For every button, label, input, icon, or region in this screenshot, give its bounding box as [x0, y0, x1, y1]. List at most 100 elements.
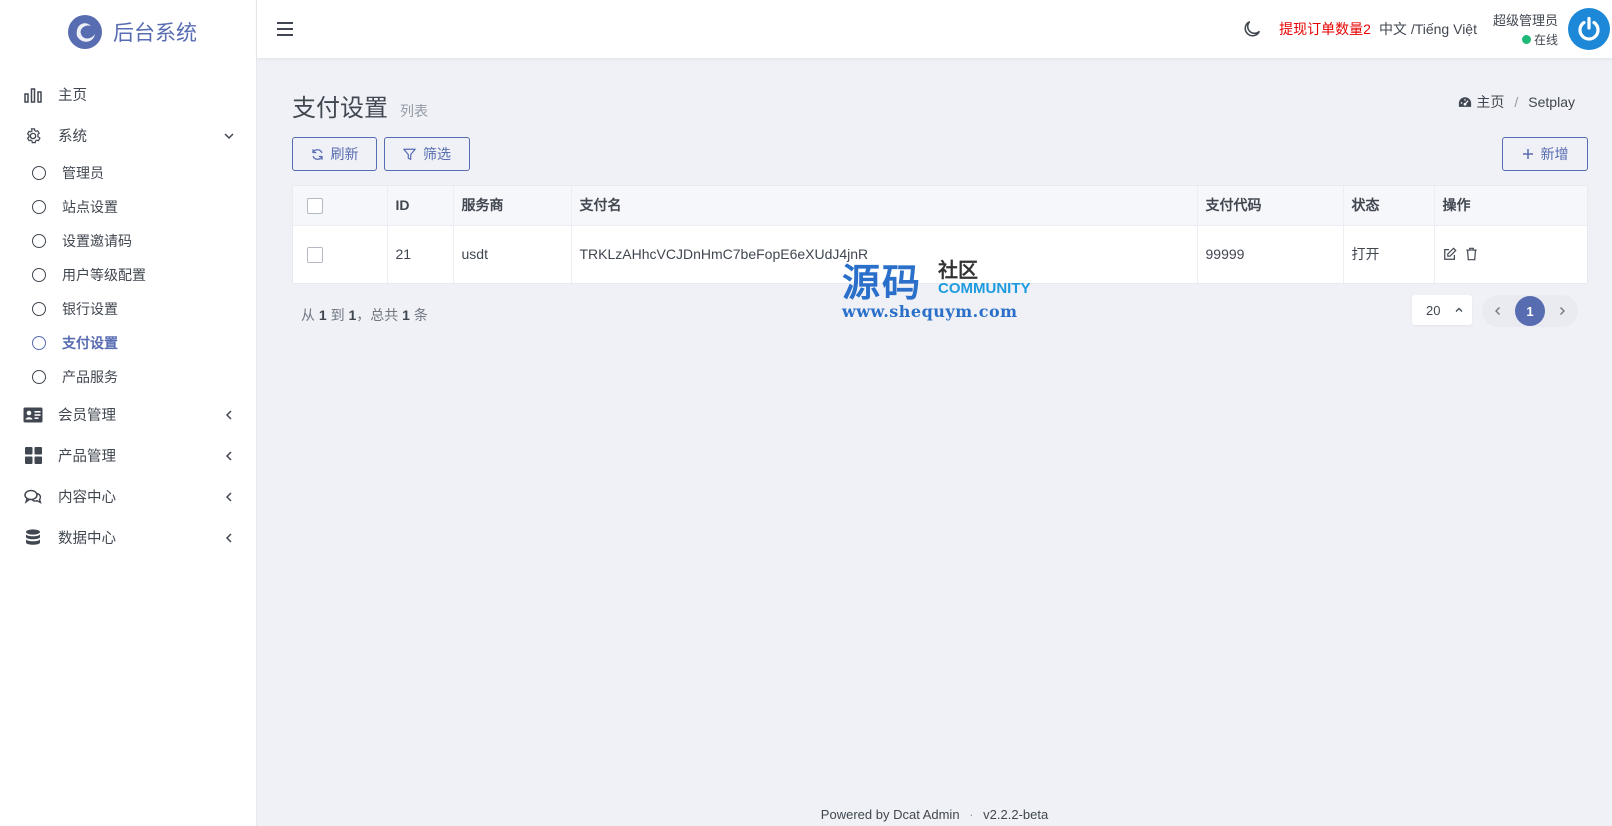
sidebar-subitem-label: 支付设置: [62, 335, 118, 351]
watermark-small-text: 社区: [938, 260, 978, 282]
powered-prefix: Powered by: [820, 807, 890, 822]
page-title: 支付设置: [292, 95, 388, 122]
refresh-icon: [311, 148, 323, 160]
circle-icon: [32, 234, 46, 248]
breadcrumb-home-label: 主页: [1476, 94, 1505, 110]
main-content: 支付设置 列表 主页 / Setplay 刷新 筛选 新增 ID 服务商 支付名…: [257, 58, 1612, 826]
per-page-select[interactable]: 20: [1412, 295, 1472, 325]
prev-page-button[interactable]: [1492, 305, 1504, 317]
pagination-prefix: 从: [301, 307, 315, 323]
select-all-checkbox[interactable]: [307, 197, 323, 214]
powered-link[interactable]: Dcat Admin: [893, 807, 959, 822]
user-info[interactable]: 超级管理员 在线: [1493, 10, 1558, 48]
refresh-button[interactable]: 刷新: [292, 137, 377, 171]
comments-icon: [22, 488, 44, 506]
chevron-right-icon: [1560, 307, 1565, 315]
cell-code: 99999: [1197, 225, 1344, 283]
chevron-down-icon: [222, 129, 236, 143]
withdraw-orders-link[interactable]: 提现订单数量2: [1279, 19, 1371, 39]
user-status: 在线: [1521, 31, 1558, 48]
column-header-actions: 操作: [1434, 186, 1587, 226]
sidebar-item-system[interactable]: 系统: [0, 115, 256, 156]
circle-icon: [32, 268, 46, 282]
brand[interactable]: 后台系统: [0, 0, 256, 64]
select-all-cell: [293, 186, 388, 226]
page-button-current[interactable]: 1: [1515, 296, 1545, 326]
filter-icon: [403, 148, 416, 160]
cell-actions: [1434, 225, 1587, 283]
sidebar-subitem-user-levels[interactable]: 用户等级配置: [0, 258, 256, 292]
sidebar-item-data[interactable]: 数据中心: [0, 517, 256, 558]
sidebar-subitem-admins[interactable]: 管理员: [0, 156, 256, 190]
hamburger-menu-icon[interactable]: [277, 21, 295, 37]
pagination: 1: [1482, 295, 1578, 327]
online-dot-icon: [1521, 35, 1531, 44]
topbar-right: 提现订单数量2 中文 /Tiếng Việt 超级管理员 在线: [1241, 0, 1612, 58]
plus-icon: [1522, 149, 1533, 159]
add-button[interactable]: 新增: [1502, 137, 1588, 171]
chevron-left-icon: [222, 408, 236, 422]
column-header-code: 支付代码: [1197, 186, 1344, 226]
moon-icon[interactable]: [1241, 18, 1263, 40]
sidebar-item-label: 会员管理: [58, 408, 116, 424]
sidebar-subitem-label: 用户等级配置: [62, 267, 146, 283]
filter-button[interactable]: 筛选: [384, 137, 470, 171]
sidebar-subitem-bank-settings[interactable]: 银行设置: [0, 292, 256, 326]
dashboard-icon: [1459, 96, 1472, 107]
gear-icon: [22, 127, 44, 145]
language-switcher[interactable]: 中文 /Tiếng Việt: [1379, 19, 1477, 39]
user-status-label: 在线: [1533, 33, 1558, 47]
pagination-to-word: 到: [330, 307, 345, 323]
sidebar-item-label: 内容中心: [58, 490, 116, 506]
brand-title: 后台系统: [113, 22, 197, 45]
pagination-from: 1: [318, 307, 327, 323]
circle-icon: [32, 200, 46, 214]
sidebar-menu: 主页 系统 管理员 站点设置 设置邀请码 用户等级配置 银行设置 支付设置 产品…: [0, 64, 256, 558]
column-header-name: 支付名: [571, 186, 1198, 226]
user-name: 超级管理员: [1492, 13, 1558, 28]
breadcrumb-home[interactable]: 主页: [1458, 92, 1504, 112]
column-header-provider: 服务商: [453, 186, 572, 226]
pagination-unit: 条: [413, 307, 428, 323]
cell-provider: usdt: [453, 225, 572, 283]
sidebar-item-content[interactable]: 内容中心: [0, 476, 256, 517]
grid-icon: [22, 447, 44, 465]
trash-icon[interactable]: [1465, 247, 1478, 261]
sidebar-subitem-label: 设置邀请码: [62, 233, 132, 249]
pagination-total: 1: [402, 307, 410, 323]
breadcrumb: 主页 / Setplay: [1458, 92, 1575, 112]
circle-icon: [32, 166, 46, 180]
chevron-up-icon: [1455, 307, 1463, 312]
logo-icon: [68, 15, 102, 49]
chevron-left-icon: [222, 531, 236, 545]
sidebar-item-members[interactable]: 会员管理: [0, 394, 256, 435]
version-label: v2.2.2-beta: [983, 807, 1049, 822]
page-subtitle: 列表: [400, 103, 428, 119]
column-header-id[interactable]: ID: [387, 186, 454, 226]
row-checkbox[interactable]: [307, 246, 323, 263]
sidebar-subitem-payment-settings[interactable]: 支付设置: [0, 326, 256, 360]
add-label: 新增: [1540, 146, 1569, 162]
breadcrumb-current: Setplay: [1528, 94, 1575, 110]
chevron-left-icon: [222, 490, 236, 504]
cell-status: 打开: [1343, 225, 1435, 283]
watermark: 源码 社区 COMMUNITY www.shequym.com: [842, 252, 1042, 324]
sidebar-item-label: 产品管理: [58, 449, 116, 465]
avatar[interactable]: [1568, 8, 1610, 50]
next-page-button[interactable]: [1556, 305, 1568, 317]
watermark-big-text: 源码: [842, 260, 923, 305]
sidebar-subitem-invite-codes[interactable]: 设置邀请码: [0, 224, 256, 258]
topbar: 提现订单数量2 中文 /Tiếng Việt 超级管理员 在线: [257, 0, 1612, 58]
sidebar-item-home[interactable]: 主页: [0, 74, 256, 115]
sidebar-subitem-site-settings[interactable]: 站点设置: [0, 190, 256, 224]
sidebar-subitem-product-services[interactable]: 产品服务: [0, 360, 256, 394]
edit-icon[interactable]: [1443, 247, 1457, 261]
sidebar-item-products[interactable]: 产品管理: [0, 435, 256, 476]
column-header-status: 状态: [1343, 186, 1435, 226]
page-header: 支付设置 列表: [292, 88, 428, 123]
circle-icon: [32, 302, 46, 316]
watermark-url: www.shequym.com: [842, 302, 1018, 321]
refresh-label: 刷新: [330, 146, 359, 162]
pagination-total-word: ，总共: [356, 307, 399, 323]
per-page-value: 20: [1426, 302, 1441, 318]
